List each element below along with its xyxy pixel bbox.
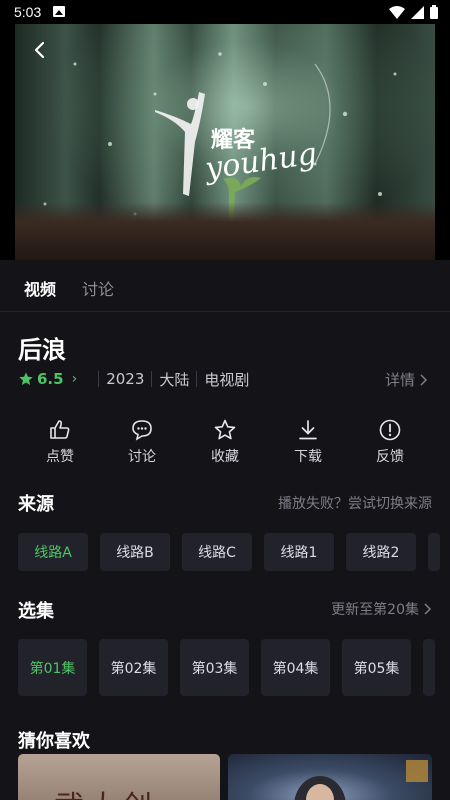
meta-divider	[196, 371, 198, 387]
source-line-chip[interactable]: 线路B	[100, 533, 170, 571]
content-tabs: 视频 讨论	[0, 260, 450, 312]
source-line-list: 线路A 线路B 线路C 线路1 线路2	[18, 533, 440, 571]
source-hint-text: 播放失败？尝试切换来源	[278, 496, 432, 512]
download-label: 下载	[294, 449, 322, 465]
chat-bubble-icon	[132, 420, 152, 441]
meta-divider	[151, 371, 153, 387]
recommend-card[interactable]	[228, 754, 432, 800]
rating-chevron-icon[interactable]: ›	[72, 371, 78, 387]
details-link[interactable]: 详情	[385, 369, 428, 390]
details-label: 详情	[384, 371, 415, 389]
system-icons	[389, 3, 438, 21]
episode-list: 第01集 第02集 第03集 第04集 第05集	[18, 639, 435, 696]
source-line-chip[interactable]: 线路2	[346, 533, 416, 571]
source-title: 来源	[18, 494, 54, 515]
discuss-label: 讨论	[128, 449, 156, 465]
episode-chip[interactable]: 第02集	[99, 639, 168, 696]
like-button[interactable]: 点赞	[25, 414, 95, 466]
action-bar: 点赞 讨论 收藏 下载 反馈	[0, 414, 450, 474]
feedback-button[interactable]: 反馈	[355, 414, 425, 466]
recommend-card[interactable]: 武大创	[18, 754, 220, 800]
like-label: 点赞	[46, 449, 74, 465]
status-bar: 5:03	[0, 0, 450, 24]
source-line-chip-overflow[interactable]	[428, 533, 440, 571]
show-category: 电视剧	[204, 370, 250, 389]
tab-discussion[interactable]: 讨论	[82, 276, 114, 300]
episode-chip[interactable]: 第03集	[180, 639, 249, 696]
tab-video[interactable]: 视频	[22, 276, 57, 300]
source-line-chip[interactable]: 线路A	[18, 533, 88, 571]
gallery-icon	[53, 6, 65, 17]
video-frame[interactable]: 耀客 youhug	[15, 24, 435, 260]
show-region: 大陆	[159, 370, 190, 389]
show-rating[interactable]: 6.5	[37, 370, 64, 388]
feedback-label: 反馈	[376, 449, 404, 465]
favorite-label: 收藏	[211, 449, 239, 465]
signal-icon	[411, 5, 424, 19]
status-time: 5:03	[14, 4, 42, 20]
recommend-title: 猜你喜欢	[18, 731, 90, 752]
poster-illustration	[294, 760, 428, 800]
chevron-right-icon	[424, 603, 432, 615]
episode-chip[interactable]: 第04集	[261, 639, 330, 696]
source-line-chip[interactable]: 线路C	[182, 533, 252, 571]
episodes-title: 选集	[18, 601, 54, 622]
show-year: 2023	[106, 370, 145, 388]
episode-chip[interactable]: 第05集	[342, 639, 411, 696]
thumbs-up-icon	[50, 420, 70, 439]
recommend-list: 武大创	[18, 754, 432, 800]
star-filled-icon	[19, 372, 33, 385]
star-outline-icon	[214, 419, 236, 440]
episodes-update-link[interactable]: 更新至第20集	[331, 599, 432, 619]
episode-chip-overflow[interactable]	[423, 639, 435, 696]
episodes-hint-text: 更新至第20集	[331, 602, 419, 618]
back-arrow-icon[interactable]	[31, 40, 51, 60]
download-icon	[299, 420, 317, 440]
episode-chip[interactable]: 第01集	[18, 639, 87, 696]
show-title: 后浪	[18, 336, 66, 364]
wifi-icon	[389, 5, 405, 19]
discuss-button[interactable]: 讨论	[107, 414, 177, 466]
download-button[interactable]: 下载	[273, 414, 343, 466]
video-player[interactable]: 耀客 youhug	[0, 24, 450, 260]
meta-divider	[98, 371, 100, 387]
show-meta: 6.5 › 2023 大陆 电视剧	[18, 368, 249, 390]
source-hint: 播放失败？尝试切换来源	[278, 493, 432, 513]
tab-video-label: 视频	[24, 280, 57, 299]
poster-title-text: 武大创	[54, 782, 156, 800]
video-ground	[15, 202, 435, 260]
favorite-button[interactable]: 收藏	[190, 414, 260, 466]
alert-circle-icon	[379, 419, 401, 441]
battery-icon	[430, 5, 438, 19]
source-line-chip[interactable]: 线路1	[264, 533, 334, 571]
chevron-right-icon	[420, 373, 428, 386]
